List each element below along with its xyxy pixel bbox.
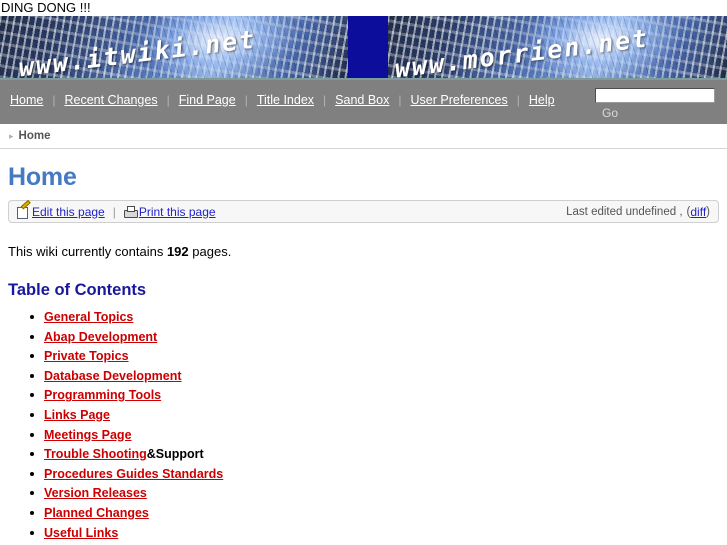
toc-link-abap-development[interactable]: Abap Development <box>44 330 157 344</box>
chevron-right-icon: ▸ <box>9 130 14 141</box>
toc-suffix: &Support <box>146 447 204 462</box>
list-item: Useful Links <box>30 526 719 540</box>
toc-link-version-releases[interactable]: Version Releases <box>44 486 147 500</box>
nav-item-title-index[interactable]: Title Index <box>257 93 314 107</box>
site-banner: www.itwiki.net www.morrien.net <box>0 16 727 80</box>
edit-this-page-link[interactable]: Edit this page <box>32 205 105 219</box>
banner-image-left: www.itwiki.net <box>0 16 348 78</box>
page-content: Home Edit this page | Print this page La… <box>0 163 727 540</box>
breadcrumb-item-home[interactable]: Home <box>19 130 51 142</box>
table-of-contents-list: General Topics Abap Development Private … <box>8 310 719 540</box>
list-item: General Topics <box>30 310 719 324</box>
nav-item-help[interactable]: Help <box>529 93 555 107</box>
main-navigation-bar: Home | Recent Changes | Find Page | Titl… <box>0 80 727 124</box>
page-action-left: Edit this page | Print this page <box>17 205 216 219</box>
table-of-contents-heading: Table of Contents <box>8 281 147 299</box>
toc-link-links-page[interactable]: Links Page <box>44 408 110 422</box>
nav-link-group: Home | Recent Changes | Find Page | Titl… <box>0 80 555 107</box>
status-line: DING DONG !!! <box>1 0 91 15</box>
list-item: Trouble Shooting&Support <box>30 447 719 462</box>
diff-close-paren: ) <box>706 205 710 218</box>
toc-link-programming-tools[interactable]: Programming Tools <box>44 388 161 402</box>
list-item: Meetings Page <box>30 428 719 442</box>
list-item: Database Development <box>30 369 719 383</box>
action-separator: | <box>112 204 116 219</box>
list-item: Abap Development <box>30 330 719 344</box>
list-item: Programming Tools <box>30 388 719 402</box>
toc-link-database-development[interactable]: Database Development <box>44 369 182 383</box>
nav-separator: | <box>166 93 170 107</box>
edit-icon <box>17 206 30 219</box>
nav-item-home[interactable]: Home <box>10 93 43 107</box>
page-action-bar: Edit this page | Print this page Last ed… <box>8 200 719 223</box>
wiki-count-prefix: This wiki currently contains <box>8 244 167 259</box>
toc-link-private-topics[interactable]: Private Topics <box>44 349 129 363</box>
nav-item-user-preferences[interactable]: User Preferences <box>411 93 508 107</box>
breadcrumb: ▸ Home <box>0 124 727 149</box>
nav-separator: | <box>323 93 327 107</box>
page-action-right: Last edited undefined , ( diff ) <box>566 205 710 219</box>
nav-separator: | <box>516 93 520 107</box>
search-area: Go <box>595 86 720 120</box>
search-input[interactable] <box>595 87 715 103</box>
banner-blue-block <box>348 16 388 78</box>
print-this-page-link[interactable]: Print this page <box>139 205 216 219</box>
toc-link-general-topics[interactable]: General Topics <box>44 310 133 324</box>
toc-link-trouble-shooting[interactable]: Trouble Shooting <box>44 447 147 461</box>
diff-link[interactable]: diff <box>690 205 706 219</box>
wiki-count-value: 192 <box>166 244 189 259</box>
list-item: Planned Changes <box>30 506 719 520</box>
toc-link-useful-links[interactable]: Useful Links <box>44 526 118 540</box>
nav-separator: | <box>52 93 56 107</box>
toc-link-planned-changes[interactable]: Planned Changes <box>44 506 149 520</box>
wiki-count-suffix: pages. <box>188 244 232 259</box>
toc-link-procedures-guides-standards[interactable]: Procedures Guides Standards <box>44 467 223 481</box>
last-edited-text: Last edited undefined , <box>566 205 683 218</box>
list-item: Version Releases <box>30 486 719 500</box>
page-title: Home <box>8 163 77 191</box>
nav-separator: | <box>398 93 402 107</box>
printer-icon <box>123 205 138 218</box>
nav-item-find-page[interactable]: Find Page <box>179 93 236 107</box>
list-item: Private Topics <box>30 349 719 363</box>
nav-separator: | <box>244 93 248 107</box>
search-go-button[interactable]: Go <box>602 106 618 120</box>
toc-link-meetings-page[interactable]: Meetings Page <box>44 428 132 442</box>
banner-image-right: www.morrien.net <box>388 16 727 78</box>
list-item: Procedures Guides Standards <box>30 467 719 481</box>
nav-item-recent-changes[interactable]: Recent Changes <box>64 93 157 107</box>
list-item: Links Page <box>30 408 719 422</box>
nav-item-sand-box[interactable]: Sand Box <box>335 93 389 107</box>
wiki-page-count: This wiki currently contains 192 pages. <box>8 244 719 259</box>
